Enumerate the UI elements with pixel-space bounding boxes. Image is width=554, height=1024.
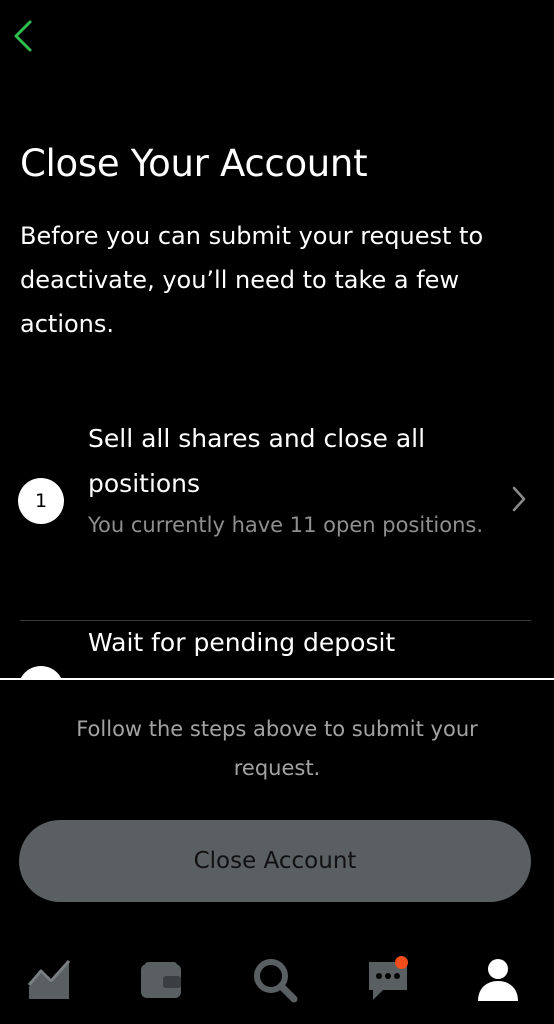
chevron-right-icon — [512, 486, 526, 512]
step-title: Sell all shares and close all positions — [88, 424, 426, 498]
nav-investing[interactable] — [20, 950, 80, 1010]
step-title: Wait for pending deposit — [88, 628, 396, 657]
steps-list[interactable]: 1 Sell all shares and close all position… — [0, 400, 554, 678]
close-account-button[interactable]: Close Account — [19, 820, 531, 902]
notification-dot — [395, 956, 408, 969]
page-title: Close Your Account — [20, 142, 368, 185]
investing-chart-icon — [27, 959, 71, 999]
back-button[interactable] — [8, 14, 38, 58]
nav-account[interactable] — [468, 950, 528, 1010]
step-sell-shares[interactable]: 1 Sell all shares and close all position… — [0, 416, 554, 621]
nav-wallet[interactable] — [131, 950, 191, 1010]
nav-search[interactable] — [245, 950, 305, 1010]
step-number-badge: 2 — [18, 666, 64, 678]
account-icon — [478, 959, 518, 1001]
wallet-icon — [141, 962, 181, 998]
intro-text: Before you can submit your request to de… — [20, 222, 484, 338]
step-number-badge: 1 — [18, 478, 64, 524]
bottom-nav — [0, 940, 554, 1024]
footer-separator — [0, 678, 554, 680]
chevron-left-icon — [14, 20, 32, 52]
footer-note: Follow the steps above to submit your re… — [76, 717, 478, 780]
nav-messages[interactable] — [358, 950, 418, 1010]
step-pending-deposit[interactable]: 2 Wait for pending deposit — [0, 620, 554, 678]
step-description: You currently have 11 open positions. — [88, 513, 484, 537]
search-icon — [254, 959, 298, 1003]
